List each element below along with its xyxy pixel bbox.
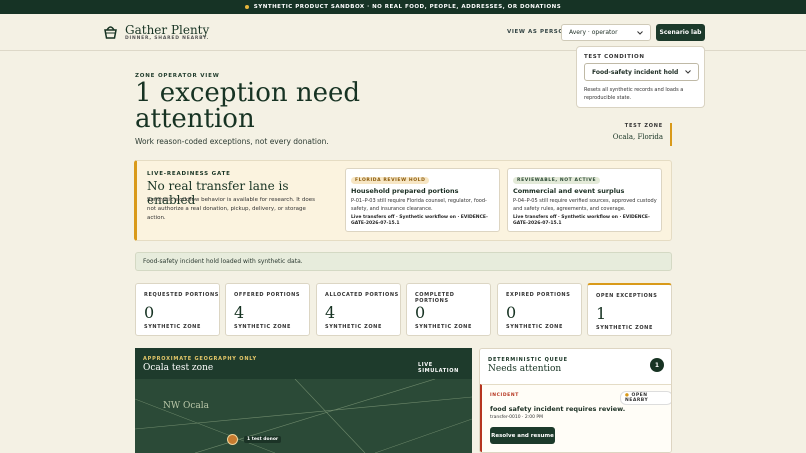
stat-zone: SYNTHETIC ZONE	[144, 324, 201, 330]
stat-label: EXPIRED PORTIONS	[506, 292, 571, 298]
chevron-down-icon	[685, 70, 691, 74]
page-title: 1 exception need attention	[135, 78, 361, 134]
stat-value: 4	[325, 303, 336, 322]
review-card-household: FLORIDA REVIEW HOLD Household prepared p…	[345, 168, 500, 232]
sandbox-banner-text: SYNTHETIC PRODUCT SANDBOX · NO REAL FOOD…	[253, 4, 562, 10]
gate-body: Synthetic workflow behavior is available…	[147, 197, 315, 221]
review-card-commercial: REVIEWABLE, NOT ACTIVE Commercial and ev…	[507, 168, 662, 232]
map-canvas[interactable]	[135, 379, 472, 453]
stat-value: 0	[506, 303, 517, 322]
card-title: Household prepared portions	[351, 187, 459, 195]
stat-requested: REQUESTED PORTIONS 0 SYNTHETIC ZONE	[135, 283, 220, 336]
live-simulation-label: LIVE SIMULATION	[418, 362, 459, 374]
test-condition-panel: TEST CONDITION Food-safety incident hold…	[576, 46, 705, 108]
status-badge-text: OPEN NEARBY	[625, 393, 649, 403]
test-zone-value: Ocala, Florida	[612, 133, 663, 141]
status-badge: REVIEWABLE, NOT ACTIVE	[513, 177, 601, 184]
map-eyebrow: APPROXIMATE GEOGRAPHY ONLY	[143, 356, 257, 362]
donor-pin-label: 1 test donor	[244, 436, 282, 443]
stat-zone: SYNTHETIC ZONE	[596, 325, 653, 331]
queue-count-badge: 1	[650, 358, 664, 372]
brand-name[interactable]: Gather Plenty	[125, 23, 209, 37]
test-condition-help: Resets all synthetic records and loads a…	[584, 87, 684, 101]
person-select[interactable]: Avery · operator	[561, 24, 651, 41]
card-title: Commercial and event surplus	[513, 187, 625, 195]
stat-label: OPEN EXCEPTIONS	[596, 293, 658, 299]
gate-label: LIVE-READINESS GATE	[147, 171, 231, 177]
test-condition-title: TEST CONDITION	[584, 54, 645, 60]
status-badge: FLORIDA REVIEW HOLD	[351, 177, 430, 184]
loaded-notice: Food-safety incident hold loaded with sy…	[135, 252, 672, 271]
stat-value: 1	[596, 304, 607, 323]
stat-value: 0	[415, 303, 426, 322]
card-body: P-01–P-03 still require Florida counsel,…	[351, 198, 487, 212]
map-place-label: NW Ocala	[163, 401, 210, 411]
status-dot-icon	[244, 5, 249, 9]
test-condition-select[interactable]: Food-safety incident hold	[584, 63, 699, 81]
incident-meta: transfer-0010 · 2:00 PM	[490, 415, 543, 420]
stat-zone: SYNTHETIC ZONE	[325, 324, 382, 330]
zone-map[interactable]: APPROXIMATE GEOGRAPHY ONLY Ocala test zo…	[135, 348, 472, 453]
incident-title: food safety incident requires review.	[490, 405, 626, 413]
stat-zone: SYNTHETIC ZONE	[415, 324, 472, 330]
stat-label: REQUESTED PORTIONS	[144, 292, 219, 298]
view-as-label: VIEW AS PERSON	[507, 29, 569, 35]
attention-queue: DETERMINISTIC QUEUE Needs attention 1 IN…	[479, 348, 672, 453]
stat-expired: EXPIRED PORTIONS 0 SYNTHETIC ZONE	[497, 283, 582, 336]
incident-label: INCIDENT	[490, 393, 519, 398]
map-roads	[135, 379, 472, 453]
status-badge: ● OPEN NEARBY	[620, 391, 671, 405]
queue-eyebrow: DETERMINISTIC QUEUE	[488, 357, 568, 363]
test-zone: TEST ZONE Ocala, Florida	[600, 123, 672, 146]
basket-logo-icon[interactable]	[103, 25, 118, 39]
test-zone-label: TEST ZONE	[624, 123, 663, 129]
stat-offered: OFFERED PORTIONS 4 SYNTHETIC ZONE	[225, 283, 310, 336]
map-title: Ocala test zone	[143, 363, 214, 373]
test-condition-value: Food-safety incident hold	[592, 68, 679, 76]
person-select-value: Avery · operator	[569, 29, 618, 36]
brand-tagline: DINNER, SHARED NEARBY.	[125, 36, 209, 41]
queue-item[interactable]: INCIDENT ● OPEN NEARBY food safety incid…	[480, 384, 671, 452]
stat-allocated: ALLOCATED PORTIONS 4 SYNTHETIC ZONE	[316, 283, 401, 336]
stat-label: COMPLETED PORTIONS	[415, 292, 455, 304]
stat-value: 4	[234, 303, 245, 322]
card-footer: Live transfers off · Synthetic workflow …	[351, 215, 488, 226]
stat-open-exceptions[interactable]: OPEN EXCEPTIONS 1 SYNTHETIC ZONE	[587, 283, 672, 336]
donor-pin-icon[interactable]	[227, 434, 238, 445]
stat-value: 0	[144, 303, 155, 322]
queue-title: Needs attention	[488, 364, 562, 374]
card-footer: Live transfers off · Synthetic workflow …	[513, 215, 650, 226]
sandbox-banner: SYNTHETIC PRODUCT SANDBOX · NO REAL FOOD…	[0, 0, 806, 14]
resolve-and-resume-button[interactable]: Resolve and resume	[490, 427, 555, 444]
stat-label: ALLOCATED PORTIONS	[325, 292, 399, 298]
scenario-lab-button[interactable]: Scenario lab	[656, 24, 705, 41]
stat-label: OFFERED PORTIONS	[234, 292, 301, 298]
chevron-down-icon	[637, 30, 643, 35]
page-subtitle: Work reason-coded exceptions, not every …	[135, 137, 329, 146]
stat-zone: SYNTHETIC ZONE	[234, 324, 291, 330]
stat-completed: COMPLETED PORTIONS 0 SYNTHETIC ZONE	[406, 283, 491, 336]
stat-zone: SYNTHETIC ZONE	[506, 324, 563, 330]
card-body: P-04–P-05 still require verified sources…	[513, 198, 657, 212]
